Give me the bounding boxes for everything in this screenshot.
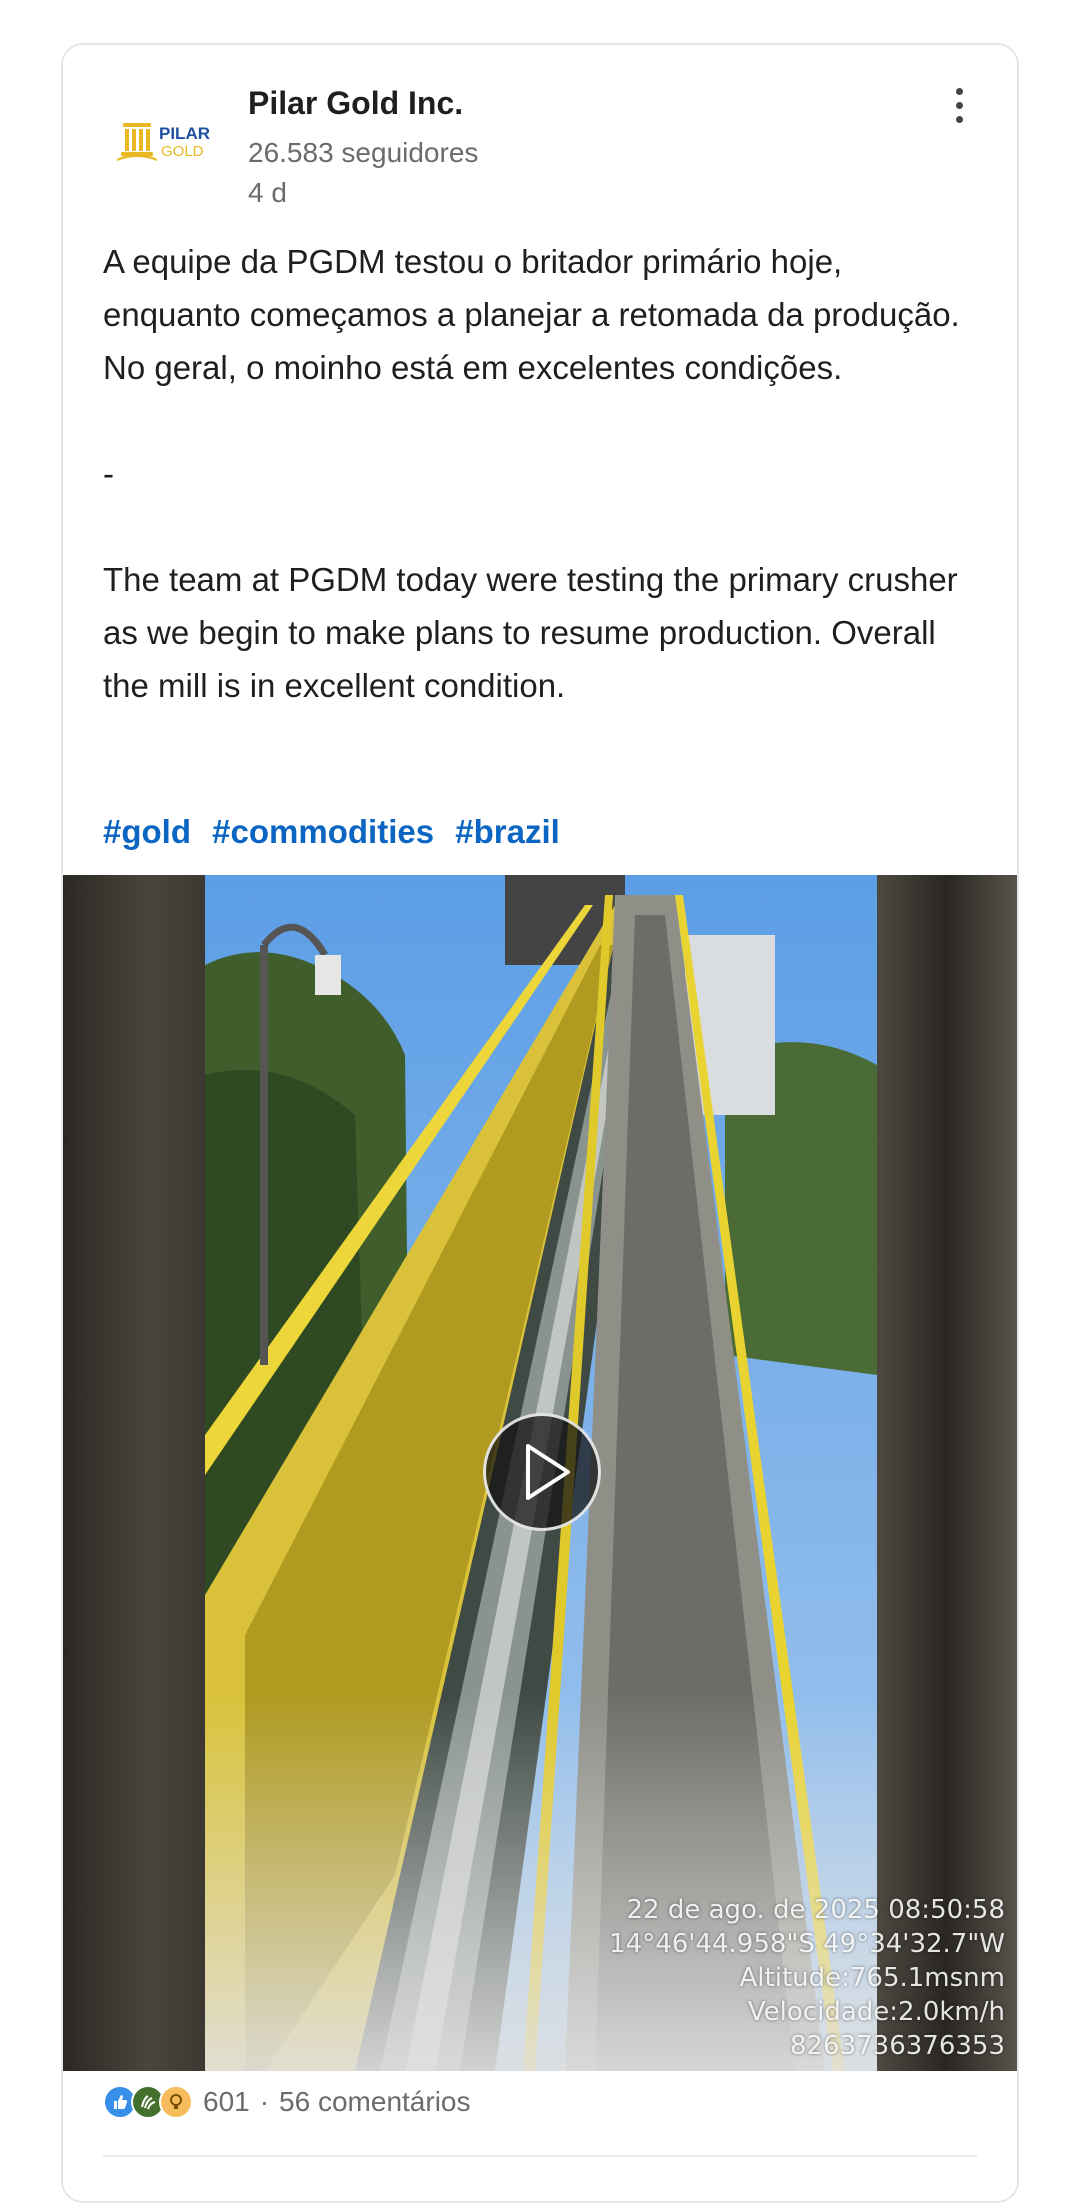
author-name[interactable]: Pilar Gold Inc.: [248, 85, 463, 122]
post-text-portuguese: A equipe da PGDM testou o britador primá…: [103, 243, 960, 386]
footer-divider: [103, 2155, 977, 2157]
post-header: PILAR GOLD Pilar Gold Inc. 26.583 seguid…: [63, 45, 1017, 225]
reaction-icons[interactable]: [103, 2085, 193, 2119]
overlay-coordinates: 14°46'44.958"S 49°34'32.7"W: [609, 1929, 1005, 1959]
comments-count-link[interactable]: 56 comentários: [279, 2086, 470, 2118]
hashtag-commodities[interactable]: #commodities: [212, 813, 434, 850]
post-age: 4 d: [248, 177, 287, 208]
overlay-altitude: Altitude:765.1msnm: [739, 1963, 1005, 1993]
overlay-speed: Velocidade:2.0km/h: [747, 1997, 1005, 2027]
svg-text:GOLD: GOLD: [161, 143, 204, 160]
post-card: PILAR GOLD Pilar Gold Inc. 26.583 seguid…: [61, 43, 1019, 2203]
social-counts: 601 · 56 comentários: [103, 2077, 470, 2127]
company-logo[interactable]: PILAR GOLD: [113, 105, 225, 175]
play-icon: [526, 1444, 570, 1500]
hashtag-list: #gold #commodities #brazil: [103, 813, 572, 851]
insightful-icon: [159, 2085, 193, 2119]
post-text-separator: -: [103, 455, 114, 492]
svg-text:PILAR: PILAR: [159, 124, 210, 143]
video-blur-right: [875, 875, 1017, 2071]
post-body: A equipe da PGDM testou o britador primá…: [103, 235, 983, 712]
video-blur-left: [63, 875, 205, 2071]
footer-separator: ·: [259, 2086, 270, 2117]
post-text-english: The team at PGDM today were testing the …: [103, 561, 958, 704]
more-vertical-icon: [955, 87, 963, 123]
hashtag-gold[interactable]: #gold: [103, 813, 191, 850]
more-options-button[interactable]: [941, 75, 977, 135]
hashtag-brazil[interactable]: #brazil: [455, 813, 560, 850]
play-button[interactable]: [483, 1413, 601, 1531]
video-player[interactable]: 22 de ago. de 2025 08:50:58 14°46'44.958…: [63, 875, 1017, 2071]
follower-count: 26.583 seguidores: [248, 137, 479, 168]
reaction-count[interactable]: 601: [203, 2086, 250, 2118]
overlay-id: 8263736376353: [789, 2031, 1005, 2061]
overlay-date: 22 de ago. de 2025 08:50:58: [626, 1895, 1006, 1925]
video-timestamp-overlay: 22 de ago. de 2025 08:50:58 14°46'44.958…: [545, 1893, 1005, 2063]
